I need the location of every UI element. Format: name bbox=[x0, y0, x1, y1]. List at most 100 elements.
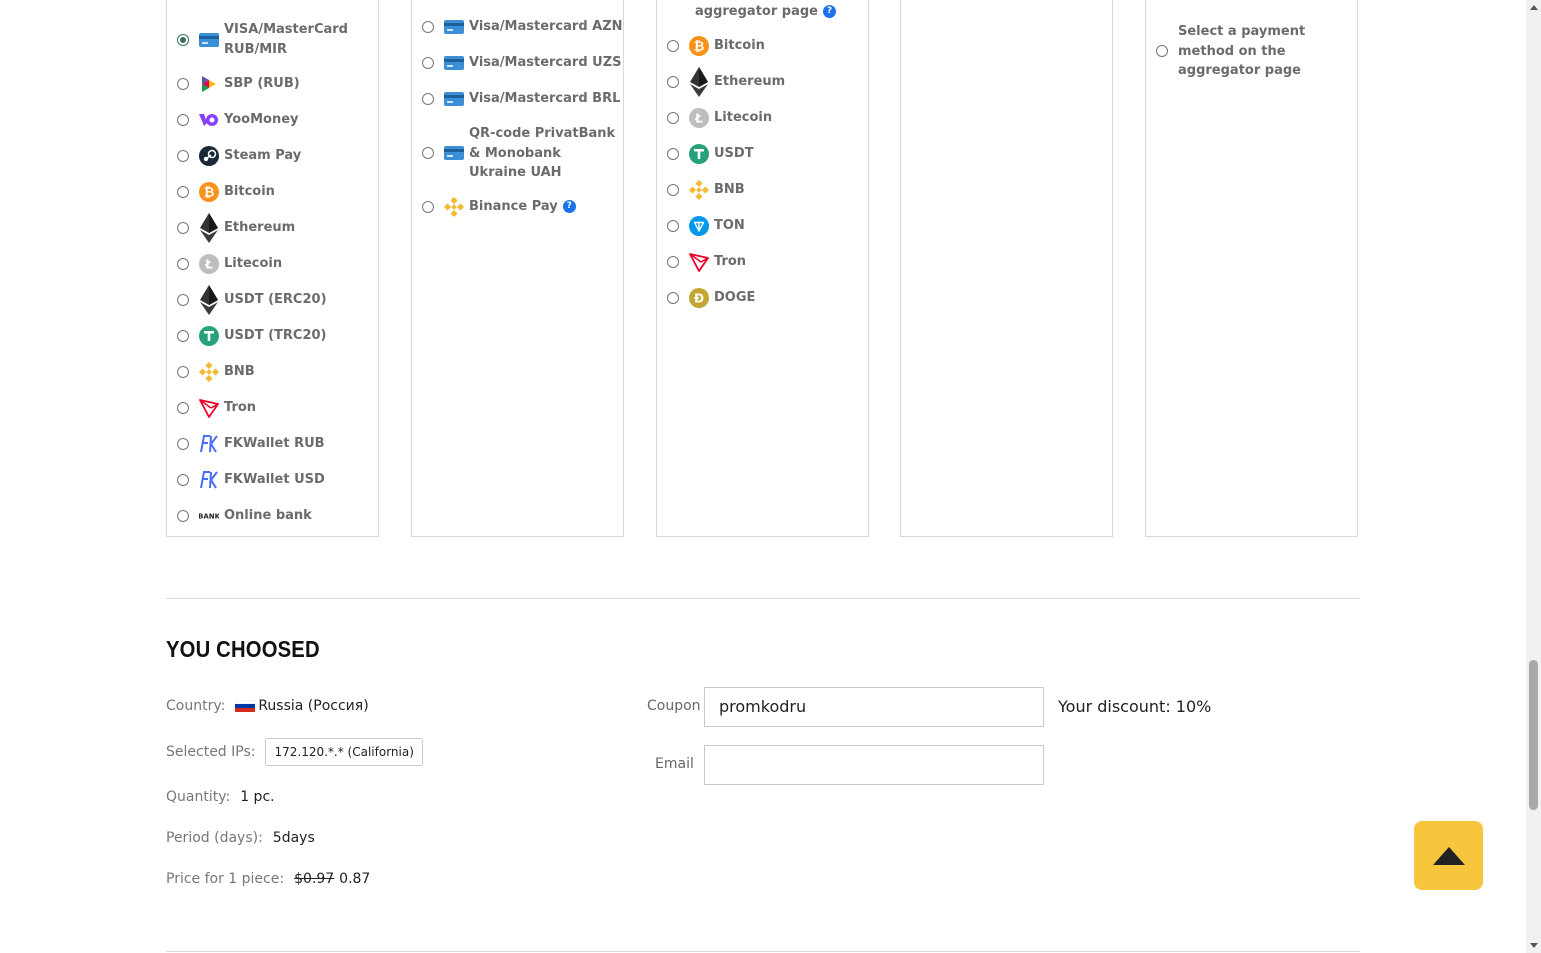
radio-button[interactable] bbox=[177, 330, 189, 342]
scrollbar-thumb[interactable] bbox=[1529, 660, 1538, 810]
scroll-to-top-button[interactable] bbox=[1414, 821, 1483, 890]
radio-button[interactable] bbox=[177, 150, 189, 162]
binance-icon bbox=[444, 197, 464, 217]
payment-option-label: Online bank bbox=[224, 508, 312, 524]
payment-option[interactable]: YooMoney bbox=[177, 110, 299, 130]
radio-button[interactable] bbox=[1156, 45, 1168, 58]
period-label: Period (days): bbox=[166, 830, 263, 846]
radio-button[interactable] bbox=[667, 112, 679, 124]
radio-button[interactable] bbox=[177, 510, 189, 522]
email-input[interactable] bbox=[704, 745, 1044, 785]
radio-button[interactable] bbox=[422, 201, 434, 213]
radio-button[interactable] bbox=[177, 366, 189, 378]
radio-button[interactable] bbox=[422, 147, 434, 160]
radio-button[interactable] bbox=[177, 78, 189, 90]
payment-option-label: Tron bbox=[224, 400, 257, 416]
payment-option[interactable]: Visa/Mastercard UZS bbox=[422, 53, 622, 73]
payment-option[interactable]: FKWallet USD bbox=[177, 470, 325, 490]
payment-option[interactable]: Ethereum bbox=[177, 213, 296, 243]
payment-option[interactable]: VISA/MasterCard RUB/MIR bbox=[177, 20, 349, 59]
radio-button[interactable] bbox=[177, 33, 189, 46]
radio-button[interactable] bbox=[177, 258, 189, 270]
sbp-icon bbox=[199, 74, 219, 94]
fkwallet-icon bbox=[199, 470, 219, 490]
payment-option[interactable]: USDT (ERC20) bbox=[177, 285, 327, 315]
payment-option[interactable]: Visa/Mastercard AZN bbox=[422, 17, 623, 37]
bank-icon: BANK bbox=[199, 506, 219, 526]
radio-button[interactable] bbox=[422, 57, 434, 69]
payment-option[interactable]: Ł Litecoin bbox=[667, 108, 772, 128]
radio-button[interactable] bbox=[177, 222, 189, 234]
payment-option-label: VISA/MasterCard RUB/MIR bbox=[224, 22, 348, 57]
page: VISA/MasterCard RUB/MIR SBP (RUB) YooMon… bbox=[0, 0, 1526, 953]
payment-option[interactable]: Ł Litecoin bbox=[177, 254, 282, 274]
radio-button[interactable] bbox=[667, 256, 679, 268]
scroll-up-arrow-icon[interactable] bbox=[1530, 5, 1538, 10]
payment-option-label: Visa/Mastercard AZN bbox=[469, 19, 623, 35]
payment-option[interactable]: Visa/Mastercard BRL bbox=[422, 89, 620, 109]
payment-option-label: Litecoin bbox=[714, 110, 773, 126]
payment-option-label: QR-code PrivatBank & Monobank Ukraine UA… bbox=[469, 126, 616, 180]
radio-button[interactable] bbox=[177, 186, 189, 198]
price-row: Price for 1 piece: $0.97 0.87 bbox=[166, 871, 370, 887]
payment-option[interactable]: FKWallet RUB bbox=[177, 434, 325, 454]
ips-label: Selected IPs: bbox=[166, 744, 256, 760]
payment-column-3: aggregator page? ₿ Bitcoin Ethereum Ł Li… bbox=[656, 0, 869, 537]
payment-option[interactable]: USDT (TRC20) bbox=[177, 326, 327, 346]
radio-button[interactable] bbox=[422, 93, 434, 105]
payment-option[interactable]: Select a payment method on the aggregato… bbox=[1156, 22, 1308, 81]
payment-option[interactable]: Ethereum bbox=[667, 67, 785, 97]
radio-button[interactable] bbox=[177, 474, 189, 486]
aggregator-header: aggregator page? bbox=[695, 2, 836, 22]
payment-option[interactable]: QR-code PrivatBank & Monobank Ukraine UA… bbox=[422, 124, 619, 183]
radio-button[interactable] bbox=[667, 76, 679, 88]
payment-option[interactable]: BNB bbox=[667, 180, 745, 200]
scrollbar[interactable] bbox=[1526, 0, 1541, 953]
payment-option-label: BNB bbox=[714, 182, 745, 198]
help-icon[interactable]: ? bbox=[822, 5, 836, 18]
payment-option[interactable]: BNB bbox=[177, 362, 255, 382]
radio-button[interactable] bbox=[667, 148, 679, 160]
card-icon bbox=[199, 30, 219, 50]
svg-text:Ł: Ł bbox=[204, 258, 213, 272]
email-label: Email bbox=[655, 756, 694, 772]
svg-text:Ł: Ł bbox=[694, 112, 703, 126]
radio-button[interactable] bbox=[177, 294, 189, 306]
payment-option[interactable]: TON bbox=[667, 216, 745, 236]
bitcoin-icon: ₿ bbox=[689, 36, 709, 56]
radio-button[interactable] bbox=[667, 292, 679, 304]
radio-button[interactable] bbox=[177, 438, 189, 450]
country-row: Country: Russia (Россия) bbox=[166, 698, 369, 714]
radio-button[interactable] bbox=[667, 184, 679, 196]
payment-option[interactable]: ₿ Bitcoin bbox=[667, 36, 765, 56]
payment-option-label: Visa/Mastercard BRL bbox=[469, 91, 621, 107]
radio-button[interactable] bbox=[667, 40, 679, 52]
payment-option[interactable]: BANK Online bank bbox=[177, 506, 312, 526]
scroll-down-arrow-icon[interactable] bbox=[1530, 943, 1538, 948]
payment-option[interactable]: SBP (RUB) bbox=[177, 74, 300, 94]
payment-option[interactable]: Tron bbox=[177, 398, 256, 418]
payment-option-label: Ethereum bbox=[224, 220, 296, 236]
help-icon[interactable]: ? bbox=[562, 200, 576, 214]
payment-option[interactable]: Đ DOGE bbox=[667, 288, 755, 308]
ethereum-icon bbox=[199, 285, 219, 315]
payment-option[interactable]: USDT bbox=[667, 144, 754, 164]
payment-column-1: VISA/MasterCard RUB/MIR SBP (RUB) YooMon… bbox=[166, 0, 379, 537]
tron-icon bbox=[199, 398, 219, 418]
payment-option[interactable]: ₿ Bitcoin bbox=[177, 182, 275, 202]
section-title: YOU CHOOSED bbox=[166, 636, 320, 662]
radio-button[interactable] bbox=[177, 402, 189, 414]
payment-option-label: USDT (TRC20) bbox=[224, 328, 327, 344]
payment-option-label: Bitcoin bbox=[224, 184, 275, 200]
payment-option[interactable]: Binance Pay? bbox=[422, 197, 576, 217]
coupon-input[interactable]: promkodru bbox=[704, 687, 1044, 727]
payment-option[interactable]: Steam Pay bbox=[177, 146, 301, 166]
radio-button[interactable] bbox=[422, 21, 434, 33]
payment-option-label: Bitcoin bbox=[714, 38, 765, 54]
radio-button[interactable] bbox=[667, 220, 679, 232]
payment-option-label: Select a payment method on the aggregato… bbox=[1178, 24, 1306, 78]
tether-icon bbox=[689, 144, 709, 164]
payment-option[interactable]: Tron bbox=[667, 252, 746, 272]
radio-button[interactable] bbox=[177, 114, 189, 126]
payment-option-label: BNB bbox=[224, 364, 255, 380]
